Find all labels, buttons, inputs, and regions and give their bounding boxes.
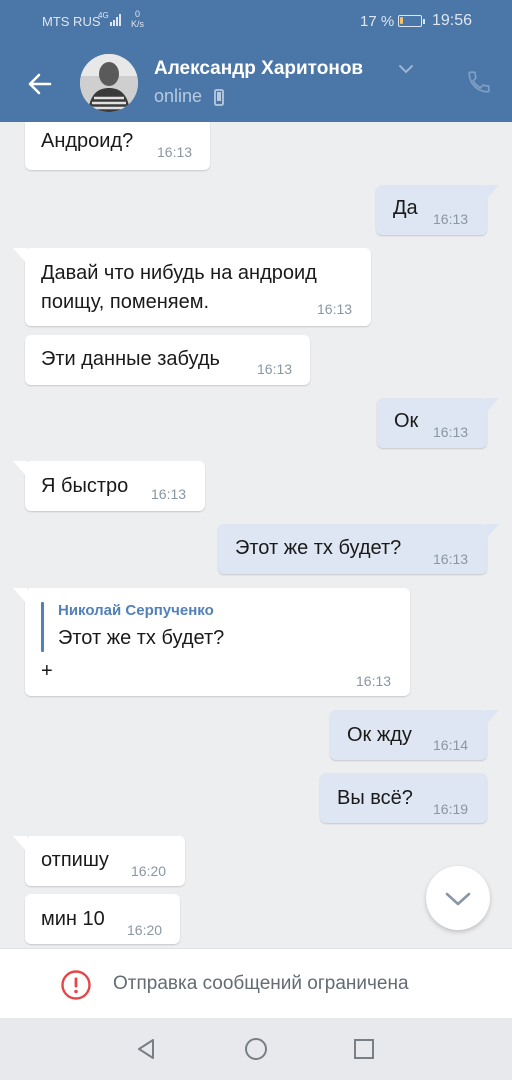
status-bar: MTS RUS 4G 0 K/s 17 % 19:56 bbox=[0, 0, 512, 44]
phone-icon bbox=[214, 89, 224, 106]
message-text: Андроид? bbox=[41, 130, 134, 152]
avatar[interactable] bbox=[80, 54, 138, 112]
system-nav-bar bbox=[0, 1018, 512, 1080]
messaging-restricted-banner: Отправка сообщений ограничена bbox=[0, 948, 512, 1018]
message-outgoing[interactable]: Да 16:13 bbox=[376, 185, 499, 235]
message-incoming[interactable]: Я быстро 16:13 bbox=[13, 461, 205, 511]
reply-text[interactable]: Этот же тх будет? bbox=[58, 627, 224, 650]
warning-icon bbox=[61, 970, 91, 1000]
message-text: Я быстро bbox=[41, 475, 129, 497]
message-time: 16:14 bbox=[433, 737, 469, 753]
message-time: 16:13 bbox=[157, 144, 193, 160]
message-outgoing[interactable]: Этот же тх будет? 16:13 bbox=[218, 524, 499, 574]
bubble-tail bbox=[13, 248, 27, 264]
scroll-to-bottom-button[interactable] bbox=[426, 866, 490, 930]
chat-header: Александр Харитонов online bbox=[0, 44, 512, 122]
message-incoming[interactable]: отпишу 16:20 bbox=[13, 836, 185, 886]
reply-author[interactable]: Николай Серпученко bbox=[58, 602, 214, 619]
speed-value: 0 bbox=[135, 9, 141, 19]
message-incoming[interactable]: Андроид? 16:13 bbox=[25, 122, 210, 170]
message-text: Ок жду bbox=[347, 724, 412, 746]
carrier-label: MTS RUS bbox=[42, 14, 101, 29]
message-time: 16:13 bbox=[257, 361, 293, 377]
nav-recents-button[interactable] bbox=[352, 1037, 376, 1061]
chevron-down-icon bbox=[445, 892, 471, 906]
message-time: 16:20 bbox=[131, 863, 167, 879]
bubble-tail bbox=[485, 398, 499, 414]
restriction-text: Отправка сообщений ограничена bbox=[113, 973, 409, 994]
call-icon[interactable] bbox=[466, 69, 492, 95]
network-type: 4G bbox=[98, 11, 109, 20]
contact-name[interactable]: Александр Харитонов bbox=[154, 58, 363, 80]
message-outgoing[interactable]: Ок жду 16:14 bbox=[330, 710, 499, 760]
chevron-down-icon[interactable] bbox=[398, 64, 414, 74]
battery-percent: 17 % bbox=[360, 13, 395, 30]
nav-back-icon bbox=[138, 1039, 154, 1059]
message-text: Эти данные забудь bbox=[41, 348, 220, 370]
battery-fill bbox=[400, 17, 403, 24]
online-status: online bbox=[154, 86, 203, 106]
clock: 19:56 bbox=[432, 12, 473, 29]
back-arrow-icon bbox=[28, 73, 52, 95]
bubble-tail bbox=[13, 588, 27, 604]
message-text: отпишу bbox=[41, 849, 109, 871]
message-time: 16:20 bbox=[127, 922, 163, 938]
network-speed: 0 K/s bbox=[131, 9, 144, 29]
battery-icon bbox=[398, 15, 425, 27]
bubble-tail bbox=[485, 524, 499, 540]
speed-unit: K/s bbox=[131, 19, 145, 29]
bubble-tail bbox=[485, 185, 499, 201]
message-list[interactable]: Андроид? 16:13 Да 16:13 Давай что нибудь… bbox=[0, 122, 512, 948]
message-time: 16:13 bbox=[317, 301, 353, 317]
message-text: + bbox=[41, 660, 53, 682]
message-time: 16:13 bbox=[433, 551, 469, 567]
bubble-tail bbox=[485, 710, 499, 726]
nav-home-icon bbox=[245, 1038, 267, 1060]
message-time: 16:13 bbox=[356, 673, 392, 689]
message-time: 16:19 bbox=[433, 801, 469, 817]
message-text: Да bbox=[393, 197, 418, 219]
avatar-image bbox=[80, 54, 138, 112]
message-incoming[interactable]: Эти данные забудь 16:13 bbox=[25, 335, 310, 385]
message-text: Ок bbox=[394, 410, 419, 432]
message-incoming-reply[interactable]: Николай Серпученко Этот же тх будет? + 1… bbox=[13, 588, 410, 696]
message-incoming[interactable]: мин 10 16:20 bbox=[25, 894, 180, 944]
bubble-tail bbox=[13, 836, 27, 852]
message-outgoing[interactable]: Вы всё? 16:19 bbox=[320, 773, 487, 823]
nav-home-button[interactable] bbox=[244, 1037, 268, 1061]
message-time: 16:13 bbox=[433, 211, 469, 227]
message-incoming[interactable]: Давай что нибудь на андроид поищу, помен… bbox=[13, 248, 371, 326]
message-text: мин 10 bbox=[41, 908, 105, 930]
message-outgoing[interactable]: Ок 16:13 bbox=[377, 398, 499, 448]
nav-back-button[interactable] bbox=[134, 1037, 158, 1061]
reply-quote-bar bbox=[41, 602, 44, 652]
nav-recents-icon bbox=[354, 1039, 374, 1059]
bubble-tail bbox=[13, 461, 27, 477]
message-text: Вы всё? bbox=[337, 787, 413, 809]
signal-icon bbox=[110, 13, 121, 26]
message-text: Этот же тх будет? bbox=[235, 537, 402, 559]
back-button[interactable] bbox=[22, 66, 58, 102]
message-time: 16:13 bbox=[151, 486, 187, 502]
message-time: 16:13 bbox=[433, 424, 469, 440]
